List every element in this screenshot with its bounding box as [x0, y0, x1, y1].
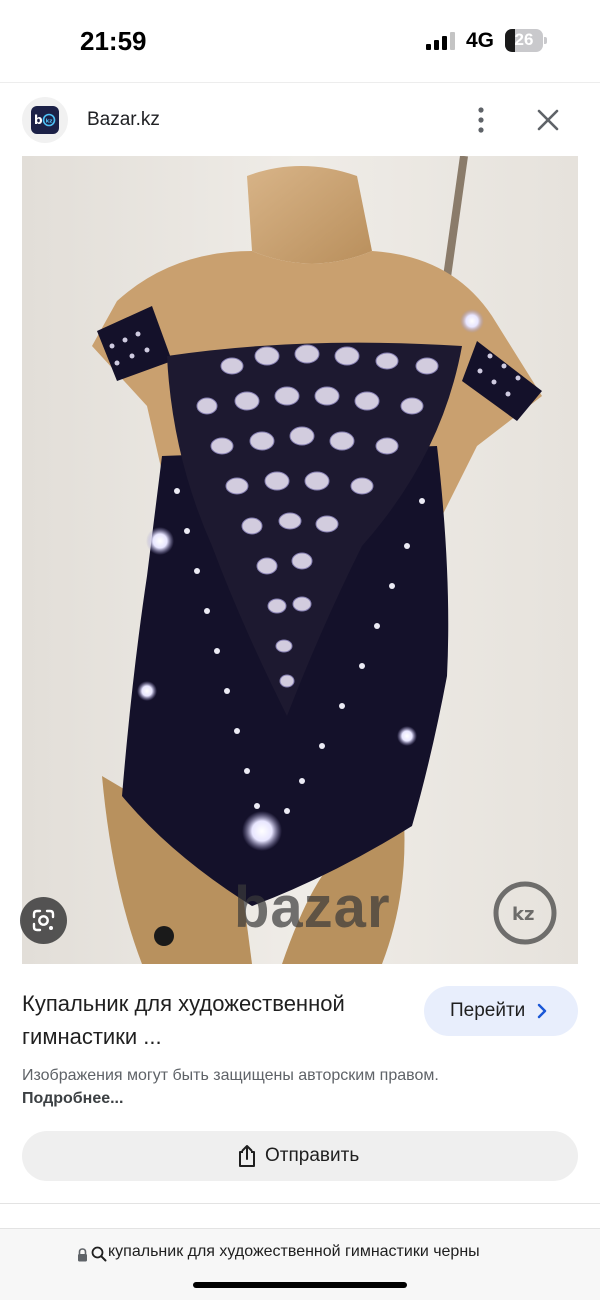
- svg-text:kz: kz: [46, 118, 53, 124]
- share-button[interactable]: Отправить: [22, 1131, 578, 1181]
- signal-icon: [426, 32, 455, 50]
- lock-icon: [78, 1248, 87, 1262]
- status-time: 21:59: [80, 26, 147, 56]
- source-header: b kz Bazar.kz: [0, 82, 600, 156]
- result-title[interactable]: Купальник для художественной гимнастики …: [22, 987, 417, 1053]
- close-button[interactable]: [532, 104, 564, 136]
- google-image-viewer-page: 21:59 4G 26 b kz Bazar.kz bazar kz Купал…: [0, 0, 600, 1300]
- divider: [0, 1203, 600, 1204]
- google-lens-icon: [32, 909, 55, 932]
- url-text[interactable]: купальник для художественной гимнастики …: [108, 1243, 524, 1261]
- site-logo[interactable]: b kz: [22, 97, 68, 143]
- share-button-label: Отправить: [265, 1145, 360, 1166]
- battery-percent: 26: [514, 30, 534, 49]
- bazar-kz-logo-icon: b kz: [31, 106, 59, 134]
- svg-text:b: b: [34, 113, 43, 127]
- copyright-text: Изображения могут быть защищены авторски…: [22, 1067, 439, 1084]
- visit-button[interactable]: Перейти: [424, 986, 578, 1036]
- close-icon: [537, 109, 559, 131]
- battery-icon: 26: [505, 29, 547, 52]
- result-image[interactable]: bazar kz: [22, 156, 578, 964]
- home-indicator[interactable]: [193, 1282, 407, 1288]
- google-lens-button[interactable]: [20, 897, 67, 944]
- image-watermark: bazar: [234, 875, 391, 940]
- leotard-photo: [22, 156, 578, 964]
- search-icon: [91, 1246, 107, 1262]
- more-options-button[interactable]: [467, 105, 495, 135]
- network-type: 4G: [466, 29, 495, 52]
- copyright-notice: Изображения могут быть защищены авторски…: [22, 1064, 452, 1110]
- learn-more-link[interactable]: Подробнее...: [22, 1090, 123, 1107]
- share-icon: [239, 1145, 255, 1167]
- visit-button-label: Перейти: [450, 1000, 526, 1021]
- svg-text:kz: kz: [512, 904, 534, 925]
- site-name[interactable]: Bazar.kz: [87, 109, 160, 131]
- more-vert-icon: [478, 107, 484, 133]
- address-bar[interactable]: купальник для художественной гимнастики …: [0, 1228, 600, 1300]
- watermark-kz-icon: kz: [493, 881, 557, 945]
- chevron-right-icon: [537, 1003, 547, 1019]
- status-bar: 21:59 4G 26: [0, 0, 600, 82]
